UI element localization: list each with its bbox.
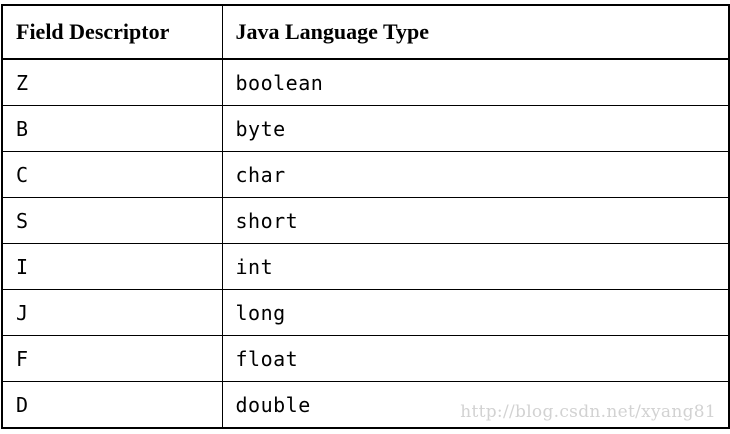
table-body: Z boolean B byte C char S short I int J … xyxy=(1,58,730,429)
descriptor-cell: F xyxy=(1,335,223,382)
java-type-cell: short xyxy=(221,197,730,244)
descriptor-cell: J xyxy=(1,289,223,336)
header-field-descriptor: Field Descriptor xyxy=(1,4,223,60)
descriptor-cell: I xyxy=(1,243,223,290)
table-row: C char xyxy=(1,151,730,198)
header-row: Field Descriptor Java Language Type xyxy=(1,4,730,60)
descriptor-cell: B xyxy=(1,105,223,152)
java-type-cell: char xyxy=(221,151,730,198)
table-row: J long xyxy=(1,289,730,336)
java-type-cell: boolean xyxy=(221,58,730,106)
descriptor-cell: S xyxy=(1,197,223,244)
java-type-cell: int xyxy=(221,243,730,290)
header-java-language-type: Java Language Type xyxy=(221,4,730,60)
table-row: Z boolean xyxy=(1,58,730,106)
java-type-cell: long xyxy=(221,289,730,336)
table-row: B byte xyxy=(1,105,730,152)
watermark-text: http://blog.csdn.net/xyang81 xyxy=(460,402,716,422)
descriptor-cell: D xyxy=(1,381,223,429)
java-type-cell: float xyxy=(221,335,730,382)
field-descriptor-table: Field Descriptor Java Language Type Z bo… xyxy=(1,4,730,429)
table-header: Field Descriptor Java Language Type xyxy=(1,4,730,60)
descriptor-cell: Z xyxy=(1,58,223,106)
java-type-cell: byte xyxy=(221,105,730,152)
table-row: I int xyxy=(1,243,730,290)
table-row: S short xyxy=(1,197,730,244)
table-row: F float xyxy=(1,335,730,382)
document-page: Field Descriptor Java Language Type Z bo… xyxy=(0,0,730,434)
descriptor-cell: C xyxy=(1,151,223,198)
